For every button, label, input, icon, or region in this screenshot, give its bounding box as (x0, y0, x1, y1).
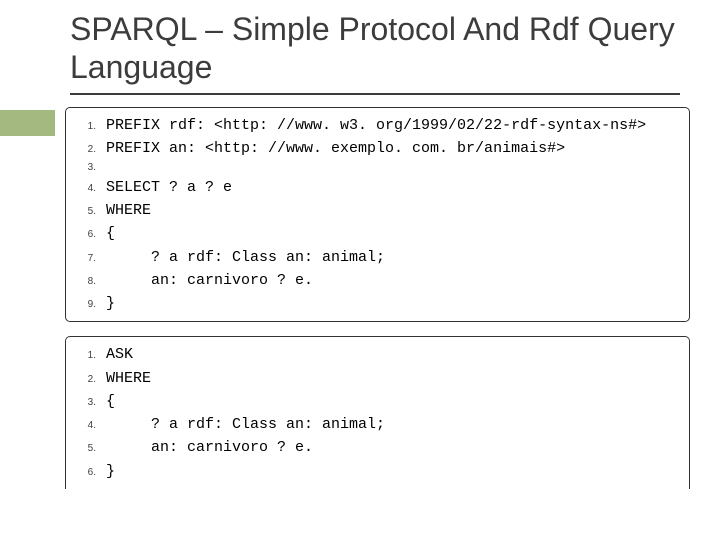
line-number: 1. (74, 119, 96, 135)
page-title: SPARQL – Simple Protocol And Rdf Query L… (70, 10, 680, 87)
code-text: { (106, 390, 115, 413)
code-line: 5. an: carnivoro ? e. (74, 436, 679, 459)
line-number: 3. (74, 395, 96, 411)
code-text: an: carnivoro ? e. (106, 436, 313, 459)
line-number: 5. (74, 441, 96, 457)
code-line: 2. PREFIX an: <http: //www. exemplo. com.… (74, 137, 679, 160)
code-line: 3. (74, 160, 679, 176)
code-line: 7. ? a rdf: Class an: animal; (74, 246, 679, 269)
code-line: 5. WHERE (74, 199, 679, 222)
code-text: ASK (106, 343, 133, 366)
line-number: 2. (74, 372, 96, 388)
code-line: 1. ASK (74, 343, 679, 366)
line-number: 2. (74, 142, 96, 158)
code-line: 6. { (74, 222, 679, 245)
line-number: 9. (74, 297, 96, 313)
line-number: 5. (74, 204, 96, 220)
code-text: } (106, 460, 115, 483)
code-text: ? a rdf: Class an: animal; (106, 413, 385, 436)
line-number: 6. (74, 227, 96, 243)
code-text: } (106, 292, 115, 315)
line-number: 3. (74, 160, 96, 176)
code-block-2: 1. ASK 2. WHERE 3. {4. ? a rdf: Class an: ani… (65, 336, 690, 489)
code-line: 9.} (74, 292, 679, 315)
line-number: 7. (74, 251, 96, 267)
code-text: ? a rdf: Class an: animal; (106, 246, 385, 269)
line-number: 4. (74, 418, 96, 434)
code-text: an: carnivoro ? e. (106, 269, 313, 292)
code-text: PREFIX an: <http: //www. exemplo. com. b… (106, 137, 565, 160)
code-block-1: 1. PREFIX rdf: <http: //www. w3. org/1999… (65, 107, 690, 323)
code-text: WHERE (106, 367, 151, 390)
code-text: PREFIX rdf: <http: //www. w3. org/1999/0… (106, 114, 646, 137)
code-line: 4. ? a rdf: Class an: animal; (74, 413, 679, 436)
code-text: WHERE (106, 199, 151, 222)
code-line: 3. { (74, 390, 679, 413)
accent-block (0, 110, 55, 136)
line-number: 6. (74, 465, 96, 481)
line-number: 4. (74, 181, 96, 197)
code-line: 8. an: carnivoro ? e. (74, 269, 679, 292)
code-line: 2. WHERE (74, 367, 679, 390)
code-line: 4. SELECT ? a ? e (74, 176, 679, 199)
code-text: SELECT ? a ? e (106, 176, 232, 199)
line-number: 8. (74, 274, 96, 290)
code-text: { (106, 222, 115, 245)
code-line: 6.} (74, 460, 679, 483)
code-line: 1. PREFIX rdf: <http: //www. w3. org/1999… (74, 114, 679, 137)
title-underline (70, 93, 680, 95)
line-number: 1. (74, 348, 96, 364)
